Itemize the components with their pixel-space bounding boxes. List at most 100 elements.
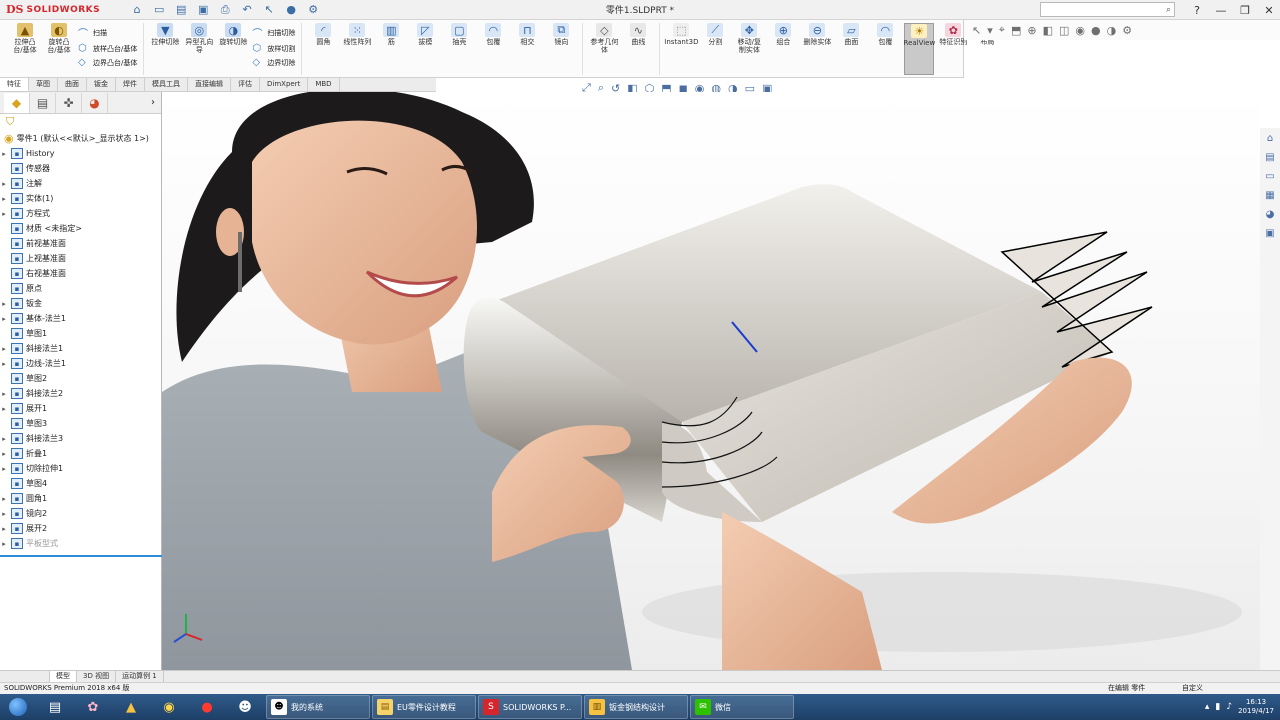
tree-item[interactable]: ▪ 草图3 (0, 416, 161, 431)
expand-arrow-icon[interactable]: ▸ (0, 540, 8, 548)
expand-arrow-icon[interactable]: ▸ (0, 465, 8, 473)
file-explorer-icon[interactable]: ▭ (1263, 169, 1277, 183)
scene-icon[interactable]: ◑ (1107, 24, 1117, 37)
tree-item[interactable]: ▸ ▪ 实体(1) (0, 191, 161, 206)
rib-button[interactable]: ▥ 筋 (376, 23, 406, 75)
view-cube-icon[interactable]: ⬒ (1011, 24, 1021, 37)
draft-button[interactable]: ◸ 拔模 (410, 23, 440, 75)
tree-item[interactable]: ▪ 传感器 (0, 161, 161, 176)
expand-arrow-icon[interactable]: ▸ (0, 195, 8, 203)
hide-show-icon[interactable]: ◉ (1075, 24, 1085, 37)
tree-item[interactable]: ▸ ▪ 展开2 (0, 521, 161, 536)
intersect-button[interactable]: ⊓ 相交 (512, 23, 542, 75)
pointer-icon[interactable]: ↖ (972, 24, 981, 37)
tree-item[interactable]: ▪ 草图1 (0, 326, 161, 341)
tree-item[interactable]: ▪ 前视基准面 (0, 236, 161, 251)
swept-cut-button[interactable]: ⌒ 扫描切除 (252, 25, 295, 41)
expand-arrow-icon[interactable]: ▸ (0, 525, 8, 533)
lofted-cut-button[interactable]: ⬡ 放样切割 (252, 43, 295, 54)
tab-dimxpert[interactable]: DimXpert (260, 78, 309, 91)
tree-item[interactable]: ▸ ▪ History (0, 146, 161, 161)
section-icon[interactable]: ◧ (1043, 24, 1053, 37)
revolve-boss-button[interactable]: ◐ 旋转凸台/基体 (44, 23, 74, 75)
boundary-boss-button[interactable]: ◇ 边界凸台/基体 (78, 57, 137, 68)
filter-icon[interactable]: ▾ (987, 24, 993, 37)
pinned-explorer[interactable]: ▤ (36, 694, 74, 720)
filter-icon[interactable]: ⛉ (0, 114, 161, 130)
delete-body-button[interactable]: ⊖ 删除实体 (802, 23, 832, 75)
tab-3d-views[interactable]: 3D 视图 (77, 671, 117, 682)
start-button[interactable] (0, 694, 36, 720)
undo-icon[interactable]: ↶ (240, 3, 254, 17)
expand-arrow-icon[interactable]: ▸ (0, 390, 8, 398)
task-item[interactable]: ▤ EU零件设计教程 (372, 695, 476, 719)
network-icon[interactable]: ▮ (1215, 702, 1220, 712)
chevron-right-icon[interactable]: › (151, 97, 161, 108)
view-palette-icon[interactable]: ▦ (1263, 188, 1277, 202)
tree-item[interactable]: ▸ ▪ 钣金 (0, 296, 161, 311)
expand-arrow-icon[interactable]: ▸ (0, 315, 8, 323)
settings-icon[interactable]: ⚙ (1122, 24, 1132, 37)
loft-button[interactable]: ⬡ 放样凸台/基体 (78, 43, 137, 54)
tab-mbd[interactable]: MBD (308, 78, 340, 91)
tab-surfaces[interactable]: 曲面 (58, 78, 87, 91)
pinned-app[interactable]: ▲ (112, 694, 150, 720)
reference-geometry-button[interactable]: ◇ 参考几何体 (589, 23, 619, 75)
expand-arrow-icon[interactable]: ▸ (0, 300, 8, 308)
zoom-icon[interactable]: ⊕ (1027, 24, 1036, 37)
appearances-icon[interactable]: ◕ (1263, 207, 1277, 221)
tab-weldments[interactable]: 焊件 (116, 78, 145, 91)
options-icon[interactable]: ⚙ (306, 3, 320, 17)
cursor-icon[interactable]: ⌖ (999, 23, 1005, 37)
expand-arrow-icon[interactable]: ▸ (0, 495, 8, 503)
configuration-manager-tab[interactable]: ✜ (56, 92, 82, 113)
tree-item[interactable]: ▸ ▪ 斜接法兰2 (0, 386, 161, 401)
tree-item[interactable]: ▸ ▪ 折叠1 (0, 446, 161, 461)
tree-item[interactable]: ▸ ▪ 斜接法兰3 (0, 431, 161, 446)
status-units[interactable]: 自定义 (1182, 683, 1203, 694)
tree-item[interactable]: ▸ ▪ 注解 (0, 176, 161, 191)
move-copy-body-button[interactable]: ✥ 移动/复制实体 (734, 23, 764, 75)
graphics-area[interactable] (162, 92, 1260, 670)
rebuild-icon[interactable]: ● (284, 3, 298, 17)
search-box[interactable]: ⌕ (1040, 2, 1175, 17)
tab-scroll-area[interactable] (0, 671, 50, 682)
tree-item[interactable]: ▪ 草图2 (0, 371, 161, 386)
expand-arrow-icon[interactable]: ▸ (0, 435, 8, 443)
fillet-button[interactable]: ◜ 圆角 (308, 23, 338, 75)
tree-item[interactable]: ▸ ▪ 展开1 (0, 401, 161, 416)
tree-item[interactable]: ▪ 材质 <未指定> (0, 221, 161, 236)
tree-item[interactable]: ▪ 右视基准面 (0, 266, 161, 281)
combine-button[interactable]: ⊕ 组合 (768, 23, 798, 75)
expand-arrow-icon[interactable]: ▸ (0, 180, 8, 188)
tree-item[interactable]: ▪ 原点 (0, 281, 161, 296)
property-manager-tab[interactable]: ▤ (30, 92, 56, 113)
extrude-boss-button[interactable]: ▲ 拉伸凸台/基体 (10, 23, 40, 75)
save-icon[interactable]: ▣ (196, 3, 210, 17)
expand-arrow-icon[interactable]: ▸ (0, 405, 8, 413)
extrude-cut-button[interactable]: ▼ 拉伸切除 (150, 23, 180, 75)
sweep-button[interactable]: ⌒ 扫描 (78, 25, 137, 41)
tab-sheet-metal[interactable]: 钣金 (87, 78, 116, 91)
home-icon[interactable]: ⌂ (130, 3, 144, 17)
help-button[interactable]: ? (1186, 4, 1208, 17)
tree-item[interactable]: ▸ ▪ 圆角1 (0, 491, 161, 506)
surface-button[interactable]: ▱ 曲面 (836, 23, 866, 75)
pinned-paint[interactable]: ✿ (74, 694, 112, 720)
new-file-icon[interactable]: ▭ (152, 3, 166, 17)
display-icon[interactable]: ◫ (1059, 24, 1069, 37)
hole-wizard-button[interactable]: ◎ 异型孔向导 (184, 23, 214, 75)
tab-motion-study[interactable]: 运动算例 1 (116, 671, 164, 682)
mirror-button[interactable]: ⧉ 镜向 (546, 23, 576, 75)
wrap-button[interactable]: ◠ 包覆 (478, 23, 508, 75)
realview-button[interactable]: ☀ RealView (904, 23, 935, 75)
resources-icon[interactable]: ⌂ (1263, 131, 1277, 145)
revolve-cut-button[interactable]: ◑ 旋转切除 (218, 23, 248, 75)
expand-arrow-icon[interactable]: ▸ (0, 360, 8, 368)
task-item[interactable]: ▥ 钣金钢结构设计 (584, 695, 688, 719)
select-icon[interactable]: ↖ (262, 3, 276, 17)
linear-pattern-button[interactable]: ⁙ 线性阵列 (342, 23, 372, 75)
tree-item[interactable]: ▸ ▪ 切除拉伸1 (0, 461, 161, 476)
expand-arrow-icon[interactable]: ▸ (0, 510, 8, 518)
tray-expand-icon[interactable]: ▴ (1205, 702, 1210, 712)
